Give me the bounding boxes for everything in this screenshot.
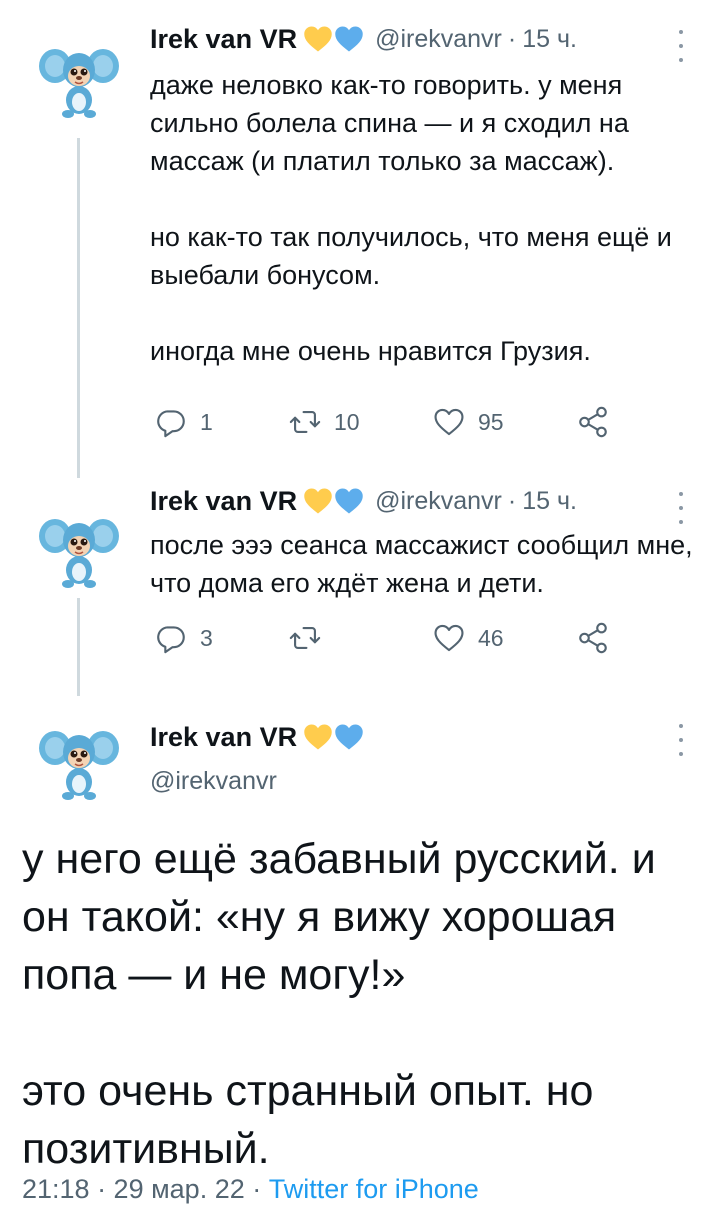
reply-count: 3 bbox=[200, 624, 213, 651]
blue-heart-icon bbox=[334, 723, 364, 751]
tweet-header: Irek van VR bbox=[150, 720, 365, 754]
more-options-icon[interactable] bbox=[666, 720, 696, 760]
avatar[interactable] bbox=[38, 508, 120, 590]
emoji-hearts bbox=[303, 25, 365, 53]
author-name[interactable]: Irek van VR bbox=[150, 486, 297, 517]
thread-line bbox=[77, 598, 80, 696]
like-button[interactable]: 95 bbox=[432, 402, 504, 442]
like-count: 95 bbox=[478, 408, 504, 435]
reply-button[interactable]: 1 bbox=[154, 402, 213, 442]
tweet-paragraph: иногда мне очень нравится Грузия. bbox=[150, 336, 591, 366]
separator-dot: · bbox=[507, 486, 517, 515]
tweet-paragraph: после эээ сеанса массажист сообщил мне, … bbox=[150, 530, 693, 598]
tweet-header: Irek van VR @irekvanvr · 15 ч. bbox=[150, 484, 577, 518]
reply-icon bbox=[154, 621, 188, 655]
tweet-text: даже неловко как-то говорить. у меня сил… bbox=[150, 66, 710, 370]
like-button[interactable]: 46 bbox=[432, 618, 504, 658]
thread-tweet[interactable]: Irek van VR @irekvanvr · 15 ч. даже нело… bbox=[0, 0, 719, 478]
tweet-paragraph: у него ещё забавный русский. и он такой:… bbox=[22, 835, 656, 999]
retweet-icon bbox=[288, 621, 322, 655]
emoji-hearts bbox=[303, 487, 365, 515]
author-name[interactable]: Irek van VR bbox=[150, 24, 297, 55]
tweet-metadata: 21:18 · 29 мар. 22 · Twitter for iPhone bbox=[22, 1174, 479, 1205]
tweet-paragraph: даже неловко как-то говорить. у меня сил… bbox=[150, 70, 629, 176]
blue-heart-icon bbox=[334, 487, 364, 515]
tweet-time[interactable]: 15 ч. bbox=[522, 487, 577, 516]
author-handle[interactable]: @irekvanvr bbox=[150, 767, 277, 796]
like-icon bbox=[432, 621, 466, 655]
author-handle[interactable]: @irekvanvr bbox=[375, 487, 502, 516]
tweet-paragraph: но как-то так получилось, что меня ещё и… bbox=[150, 222, 672, 290]
thread-tweet[interactable]: Irek van VR @irekvanvr · 15 ч. после эээ… bbox=[0, 470, 719, 696]
retweet-icon bbox=[288, 405, 322, 439]
avatar[interactable] bbox=[38, 38, 120, 120]
tweet-actions: 1 10 95 bbox=[150, 402, 620, 442]
main-tweet-text: у него ещё забавный русский. и он такой:… bbox=[22, 830, 702, 1178]
separator-dot: · bbox=[507, 24, 517, 53]
blue-heart-icon bbox=[334, 25, 364, 53]
share-button[interactable] bbox=[576, 402, 610, 442]
thread-line bbox=[77, 138, 80, 478]
share-button[interactable] bbox=[576, 618, 610, 658]
tweet-actions: 3 46 bbox=[150, 618, 620, 658]
share-icon bbox=[576, 405, 610, 439]
more-options-icon[interactable] bbox=[666, 488, 696, 528]
author-handle[interactable]: @irekvanvr bbox=[375, 25, 502, 54]
reply-button[interactable]: 3 bbox=[154, 618, 213, 658]
author-name[interactable]: Irek van VR bbox=[150, 722, 297, 753]
reply-icon bbox=[154, 405, 188, 439]
yellow-heart-icon bbox=[303, 25, 333, 53]
tweet-paragraph: это очень странный опыт. но позитивный. bbox=[22, 1067, 594, 1173]
tweet-text: после эээ сеанса массажист сообщил мне, … bbox=[150, 526, 710, 602]
tweet-timestamp[interactable]: 21:18 · 29 мар. 22 · bbox=[22, 1174, 269, 1204]
tweet-header: Irek van VR @irekvanvr · 15 ч. bbox=[150, 22, 577, 56]
retweet-button[interactable]: 10 bbox=[288, 402, 360, 442]
tweet-time[interactable]: 15 ч. bbox=[522, 25, 577, 54]
like-count: 46 bbox=[478, 624, 504, 651]
share-icon bbox=[576, 621, 610, 655]
yellow-heart-icon bbox=[303, 723, 333, 751]
avatar[interactable] bbox=[38, 720, 120, 802]
emoji-hearts bbox=[303, 723, 365, 751]
more-options-icon[interactable] bbox=[666, 26, 696, 66]
yellow-heart-icon bbox=[303, 487, 333, 515]
tweet-source-link[interactable]: Twitter for iPhone bbox=[269, 1174, 479, 1204]
like-icon bbox=[432, 405, 466, 439]
retweet-button[interactable] bbox=[288, 618, 334, 658]
reply-count: 1 bbox=[200, 408, 213, 435]
retweet-count: 10 bbox=[334, 408, 360, 435]
handle-row: @irekvanvr bbox=[150, 764, 277, 798]
